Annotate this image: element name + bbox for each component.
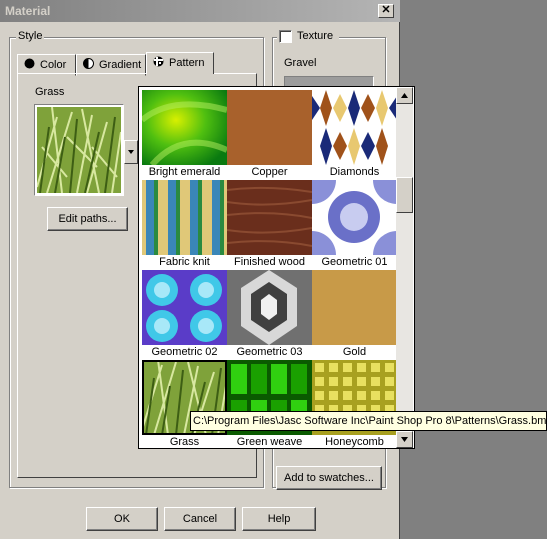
- arrow-down-icon: [401, 437, 408, 442]
- ok-button[interactable]: OK: [86, 507, 158, 531]
- scroll-down-button[interactable]: [396, 431, 413, 448]
- finished-wood-swatch: [227, 180, 312, 255]
- pattern-item-label: Green weave: [236, 436, 303, 448]
- fabric-knit-swatch: [142, 180, 227, 255]
- path-tooltip: C:\Program Files\Jasc Software Inc\Paint…: [190, 411, 547, 431]
- edit-paths-label: Edit paths...: [58, 213, 117, 225]
- pattern-item-geometric-02[interactable]: Geometric 02: [142, 270, 227, 360]
- close-button[interactable]: ✕: [378, 4, 394, 18]
- pattern-picker-scrollbar[interactable]: [396, 87, 413, 448]
- close-icon: ✕: [381, 4, 391, 16]
- pattern-item-geometric-01[interactable]: Geometric 01: [312, 180, 397, 270]
- style-group-label: Style: [16, 30, 45, 42]
- help-button[interactable]: Help: [242, 507, 316, 531]
- ok-label: OK: [114, 513, 130, 525]
- pattern-dropdown-arrow[interactable]: [124, 140, 138, 164]
- pattern-item-label: Geometric 02: [151, 346, 218, 358]
- grass-swatch-image: [36, 106, 122, 194]
- current-texture-label: Gravel: [284, 57, 317, 69]
- pattern-picker-popup: Bright emerald Copper Diamonds Fabric kn…: [138, 86, 415, 449]
- arrow-up-icon: [401, 93, 408, 98]
- texture-checkbox-label: Texture: [297, 30, 334, 42]
- pattern-item-label: Fabric knit: [159, 256, 210, 268]
- help-label: Help: [267, 513, 291, 525]
- pattern-item-green-weave[interactable]: Green weave: [227, 360, 312, 450]
- pattern-item-label: Grass: [169, 436, 200, 448]
- gold-swatch: [312, 270, 397, 345]
- pattern-item-label: Bright emerald: [148, 166, 221, 178]
- bright-emerald-swatch: [142, 90, 227, 165]
- texture-checkbox[interactable]: [279, 30, 292, 43]
- cancel-label: Cancel: [182, 513, 218, 525]
- geometric-02-swatch: [142, 270, 227, 345]
- geometric-03-swatch: [227, 270, 312, 345]
- scroll-thumb[interactable]: [396, 177, 413, 213]
- add-to-swatches-label: Add to swatches...: [284, 472, 374, 484]
- tab-pattern-label: Pattern: [169, 57, 205, 69]
- tab-color-label: Color: [40, 59, 67, 71]
- pattern-item-label: Honeycomb: [325, 436, 384, 448]
- scroll-up-button[interactable]: [396, 87, 413, 104]
- circle-icon: [24, 58, 35, 69]
- half-circle-icon: [83, 58, 94, 69]
- tab-gradient-label: Gradient: [99, 59, 142, 71]
- pattern-item-finished-wood[interactable]: Finished wood: [227, 180, 312, 270]
- pattern-item-fabric-knit[interactable]: Fabric knit: [142, 180, 227, 270]
- edit-paths-button[interactable]: Edit paths...: [47, 207, 128, 231]
- geometric-01-swatch: [312, 180, 397, 255]
- add-to-swatches-button[interactable]: Add to swatches...: [276, 466, 382, 490]
- pattern-item-bright-emerald[interactable]: Bright emerald: [142, 90, 227, 180]
- current-pattern-label: Grass: [35, 86, 65, 98]
- tab-pattern[interactable]: Pattern: [146, 52, 214, 74]
- current-pattern-swatch[interactable]: [34, 104, 124, 196]
- pattern-item-gold[interactable]: Gold: [312, 270, 397, 360]
- pattern-item-label: Diamonds: [329, 166, 380, 178]
- pattern-item-diamonds[interactable]: Diamonds: [312, 90, 397, 180]
- pattern-item-copper[interactable]: Copper: [227, 90, 312, 180]
- diamonds-swatch: [312, 90, 397, 165]
- pattern-item-geometric-03[interactable]: Geometric 03: [227, 270, 312, 360]
- pattern-item-honeycomb[interactable]: Honeycomb: [312, 360, 397, 450]
- pattern-item-label: Geometric 03: [236, 346, 303, 358]
- pattern-item-label: Geometric 01: [321, 256, 388, 268]
- cancel-button[interactable]: Cancel: [164, 507, 236, 531]
- pattern-item-label: Finished wood: [234, 256, 305, 268]
- window-title: Material: [5, 4, 51, 18]
- title-bar[interactable]: Material: [0, 0, 400, 22]
- pattern-item-grass[interactable]: Grass: [142, 360, 227, 450]
- texture-checkbox-row[interactable]: Texture: [277, 29, 339, 45]
- pattern-item-label: Gold: [342, 346, 367, 358]
- copper-swatch: [227, 90, 312, 165]
- chevron-down-icon: [128, 150, 134, 154]
- pattern-item-label: Copper: [251, 166, 288, 178]
- pattern-icon: [153, 56, 164, 67]
